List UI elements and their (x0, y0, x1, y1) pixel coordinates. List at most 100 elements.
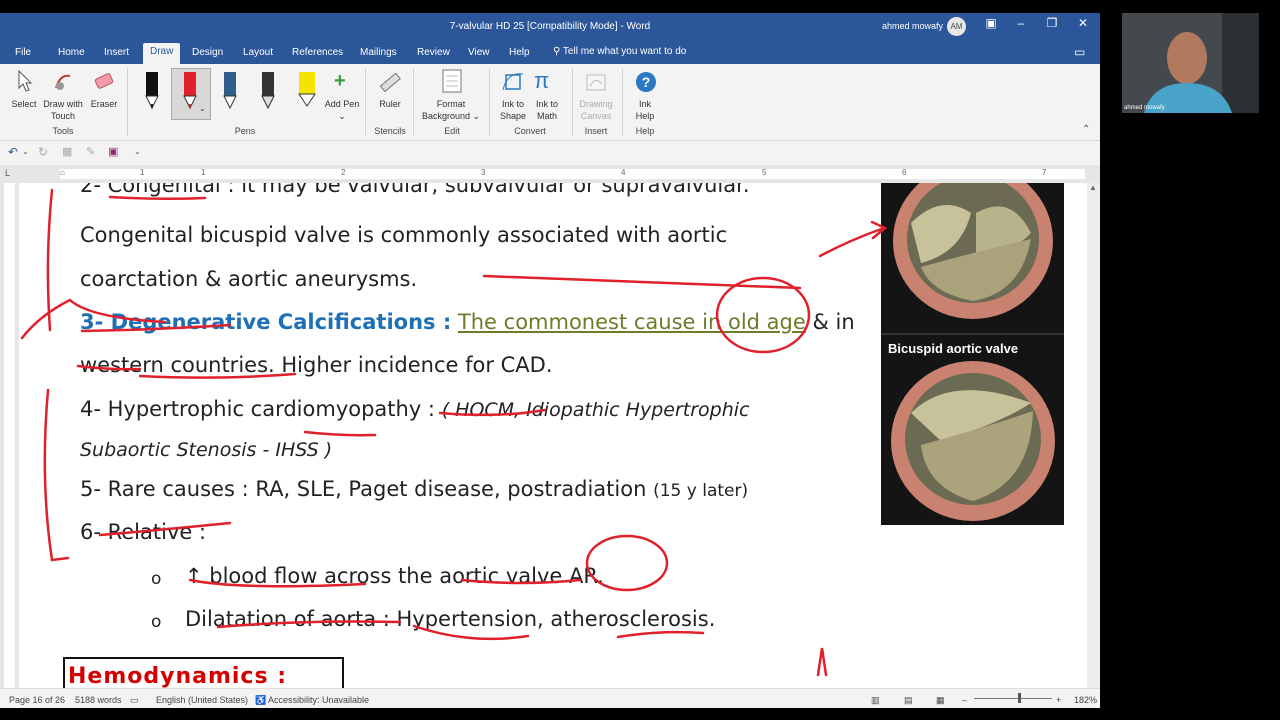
avatar[interactable]: AM (947, 17, 966, 36)
paragraph-line: coarctation & aortic aneurysms. (80, 267, 418, 291)
heading-degenerative: 3- Degenerative Calcifications : The com… (80, 310, 855, 334)
close-icon[interactable]: ✕ (1072, 16, 1094, 30)
highlighter-icon[interactable] (296, 70, 318, 114)
vertical-scrollbar[interactable]: ▲ (1087, 183, 1100, 688)
add-pen-label: Add Pen (324, 99, 360, 109)
zoom-out-icon[interactable]: – (962, 695, 967, 705)
ribbon-tabs: File Home Insert Draw Design Layout Refe… (0, 41, 1100, 64)
vertical-ruler (0, 183, 19, 688)
bullet-glyph: o (151, 612, 162, 632)
web-layout-icon[interactable]: ▦ (936, 695, 945, 706)
separator (413, 68, 414, 136)
ink-to-math-icon: π (534, 68, 550, 93)
drawing-canvas-button[interactable]: Drawing Canvas (574, 98, 618, 122)
proofing-icon[interactable]: ▭ (130, 695, 139, 706)
zoom-slider[interactable] (974, 698, 1052, 699)
tab-review[interactable]: Review (417, 47, 450, 58)
redo-icon[interactable]: ↻ (38, 145, 48, 159)
restore-icon[interactable]: ❐ (1041, 16, 1063, 30)
tell-me-search[interactable]: ⚲ Tell me what you want to do (553, 46, 686, 57)
black-pen-icon[interactable] (142, 70, 162, 114)
word-count[interactable]: 5188 words (75, 695, 122, 705)
ink-tool-icon[interactable]: ✎ (86, 145, 95, 158)
chevron-down-icon[interactable]: ⌄ (199, 104, 206, 113)
add-pen-plus-icon: + (334, 70, 346, 92)
tab-mailings[interactable]: Mailings (360, 47, 397, 58)
paragraph-line: Congenital bicuspid valve is commonly as… (80, 223, 728, 247)
save-icon[interactable]: ▣ (108, 145, 118, 158)
print-layout-icon[interactable]: ▤ (904, 695, 913, 706)
hemodynamics-heading: Hemodynamics : (63, 657, 344, 688)
pencil-icon[interactable] (258, 70, 278, 114)
read-mode-icon[interactable]: ▥ (871, 695, 880, 706)
collapse-ribbon-icon[interactable]: ⌃ (1082, 124, 1090, 135)
tab-selector-icon[interactable]: L (5, 168, 10, 178)
zoom-level[interactable]: 182% (1074, 695, 1097, 705)
scroll-up-icon[interactable]: ▲ (1089, 183, 1097, 192)
tell-me-label: Tell me what you want to do (562, 46, 687, 57)
status-bar: Page 16 of 26 5188 words ▭ English (Unit… (0, 688, 1100, 708)
convert-group-label: Convert (514, 126, 546, 136)
chevron-down-icon[interactable]: ⌄ (22, 147, 29, 156)
minimize-icon[interactable]: – (1010, 16, 1032, 30)
ink-help-button[interactable]: Ink Help (630, 98, 660, 122)
ribbon-display-icon[interactable]: ▣ (980, 16, 1002, 30)
tab-insert[interactable]: Insert (104, 47, 129, 58)
galaxy-pen-icon[interactable] (220, 70, 240, 114)
customize-qat-icon[interactable]: ⌄ (134, 147, 141, 156)
eraser-button[interactable]: Eraser (87, 98, 121, 110)
user-name[interactable]: ahmed mowafy (882, 21, 943, 31)
tab-layout[interactable]: Layout (243, 47, 273, 58)
ruler-number: 4 (621, 168, 626, 177)
touch-mode-icon[interactable]: ▦ (62, 145, 72, 158)
ruler-number: 1 (140, 168, 145, 177)
ink-to-shape-icon (502, 73, 524, 91)
format-background-button[interactable]: Format Background ⌄ (418, 98, 484, 122)
tab-references[interactable]: References (292, 47, 343, 58)
tab-view[interactable]: View (468, 47, 490, 58)
format-background-icon (442, 69, 462, 93)
lightbulb-icon: ⚲ (553, 46, 563, 57)
quick-access-toolbar: ↶ ⌄ ↻ ▦ ✎ ▣ ⌄ (0, 141, 1100, 163)
document-page[interactable]: 2- Congenital : it may be valvular, subv… (19, 183, 1087, 688)
ink-to-shape-button[interactable]: Ink to Shape (495, 98, 531, 122)
ink-help-icon: ? (636, 72, 656, 92)
tab-design[interactable]: Design (192, 47, 223, 58)
svg-text:?: ? (642, 74, 651, 90)
draw-with-touch-button[interactable]: Draw with Touch (40, 98, 86, 122)
paragraph-hocm: 4- Hypertrophic cardiomyopathy : ( HOCM,… (80, 397, 749, 421)
tab-home[interactable]: Home (58, 47, 85, 58)
tab-file[interactable]: File (15, 47, 31, 58)
rare-causes-note: (15 y later) (653, 481, 749, 501)
paragraph-line: western countries. Higher incidence for … (80, 353, 553, 377)
stencils-group-label: Stencils (374, 126, 406, 136)
zoom-slider-thumb[interactable] (1018, 693, 1021, 703)
tab-draw[interactable]: Draw (143, 43, 181, 64)
separator (365, 68, 366, 136)
vertical-ruler-track[interactable] (4, 183, 15, 688)
ruler-number: 3 (481, 168, 486, 177)
red-pen-icon[interactable] (180, 70, 200, 114)
ruler-button[interactable]: Ruler (372, 98, 408, 110)
accessibility-icon: ♿ (255, 695, 267, 705)
ink-to-math-button[interactable]: Ink to Math (530, 98, 564, 122)
undo-icon[interactable]: ↶ (8, 145, 18, 159)
bullet-item: Dilatation of aorta : Hypertension, athe… (185, 607, 716, 631)
edit-group-label: Edit (444, 126, 460, 136)
select-button[interactable]: Select (6, 98, 42, 110)
draw-with-touch-icon (55, 74, 71, 90)
paragraph-rare-causes: 5- Rare causes : RA, SLE, Paget disease,… (80, 477, 748, 501)
ruler-track[interactable]: ⌂ 1 1 2 3 4 5 6 7 (60, 168, 1085, 179)
comments-icon[interactable]: ▭ (1074, 45, 1085, 59)
page-count[interactable]: Page 16 of 26 (9, 695, 65, 705)
drawing-canvas-icon (586, 74, 606, 91)
add-pen-button[interactable]: Add Pen ⌄ (324, 98, 360, 122)
rare-causes-text: 5- Rare causes : RA, SLE, Paget disease,… (80, 477, 647, 501)
accessibility-status[interactable]: Accessibility: Unavailable (268, 695, 369, 705)
ruler-number: 5 (762, 168, 767, 177)
zoom-in-icon[interactable]: + (1056, 695, 1061, 705)
paragraph-ihss: Subaortic Stenosis - IHSS ) (80, 439, 333, 461)
language-status[interactable]: English (United States) (156, 695, 248, 705)
indent-marker-icon[interactable]: ⌂ (60, 168, 65, 177)
tab-help[interactable]: Help (509, 47, 530, 58)
